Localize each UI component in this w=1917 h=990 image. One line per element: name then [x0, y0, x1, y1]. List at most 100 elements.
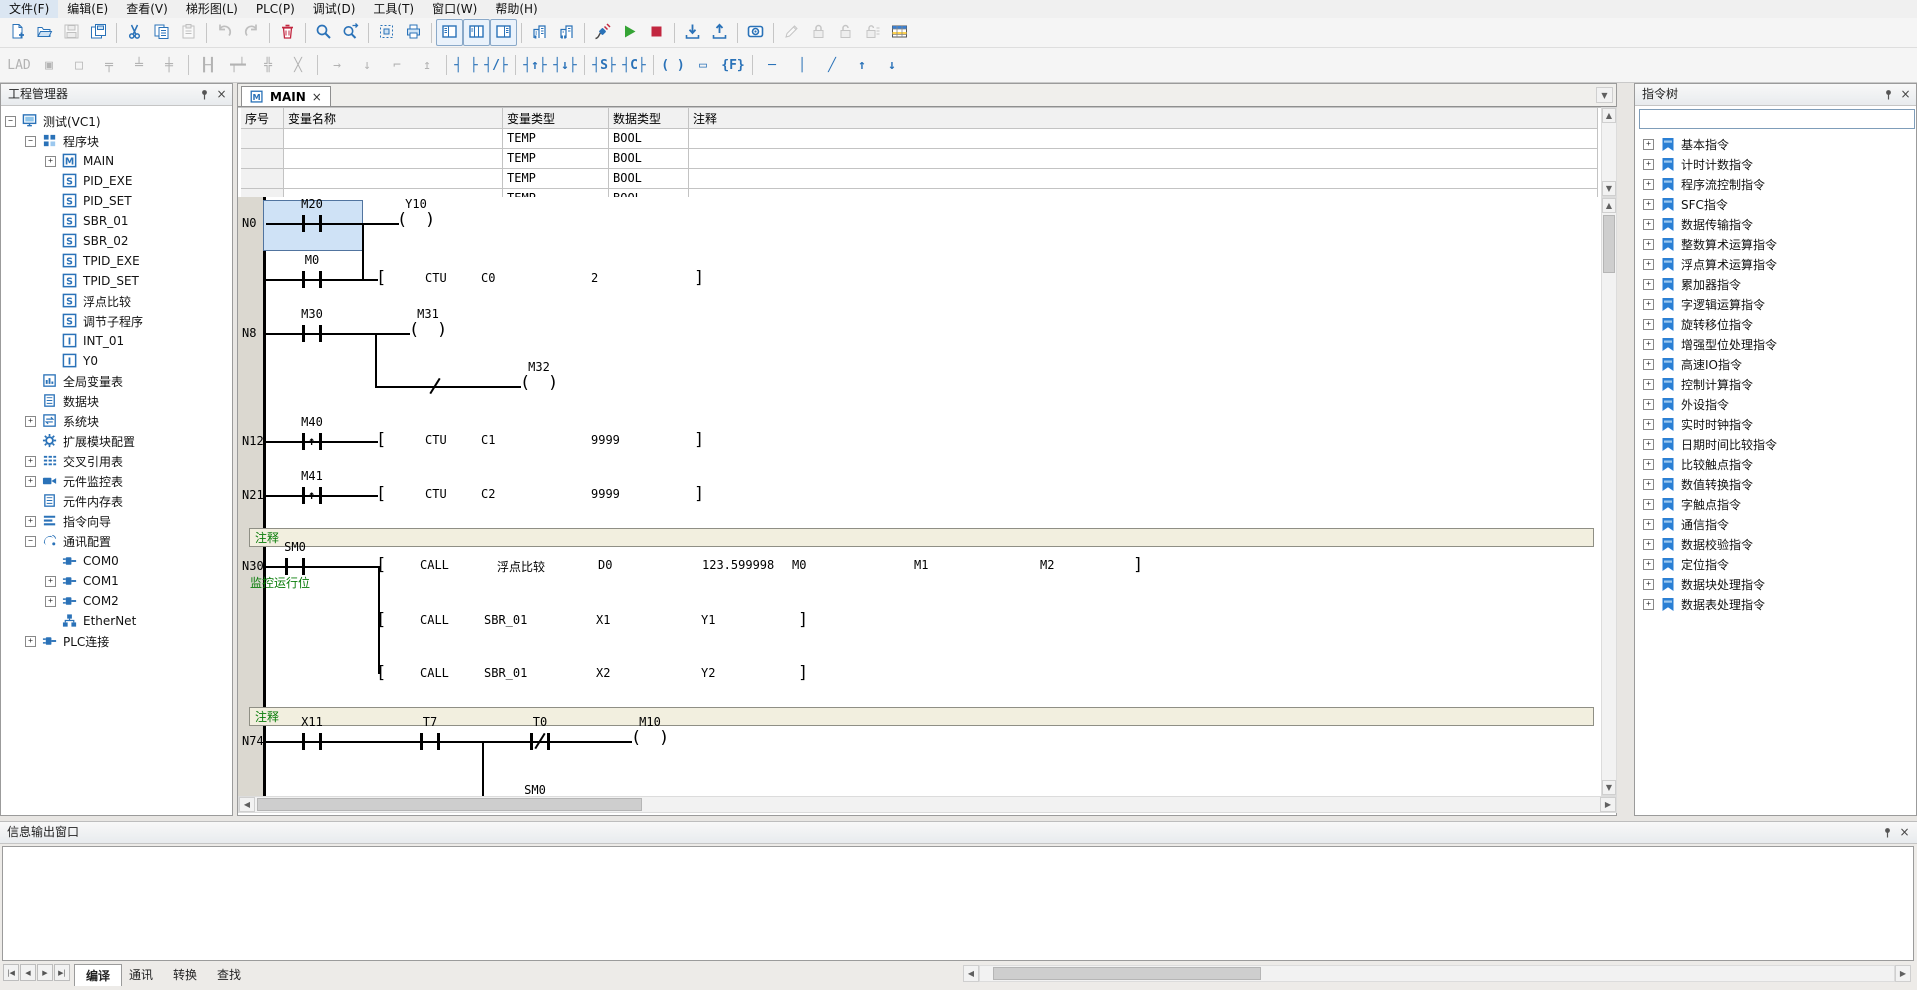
expand-icon[interactable]: + — [1643, 259, 1654, 270]
table-cell-seq[interactable] — [241, 129, 284, 149]
ladder-text[interactable]: [ — [376, 663, 386, 683]
prev-tab-icon[interactable]: ◀ — [20, 964, 36, 981]
expand-icon[interactable]: + — [1643, 599, 1654, 610]
table-cell-name[interactable] — [284, 149, 503, 169]
up-wire-button[interactable]: ↑ — [847, 53, 877, 77]
menu-item-plc[interactable]: PLC(P) — [247, 0, 304, 18]
sidebar-item-int-01[interactable]: IINT_01 — [45, 331, 124, 351]
tab-main[interactable]: M MAIN × — [241, 86, 331, 106]
scroll-left-icon[interactable]: ◀ — [239, 797, 255, 812]
coil-button[interactable]: ( ) — [658, 53, 688, 77]
run-button[interactable] — [616, 19, 643, 46]
instruction-item-data-table-process[interactable]: +数据表处理指令 — [1643, 594, 1765, 614]
ladder-contact[interactable]: M30 — [267, 307, 357, 347]
tab-close-icon[interactable]: × — [312, 90, 322, 104]
expand-icon[interactable]: + — [1643, 379, 1654, 390]
variable-table-scrollbar[interactable]: ▲ ▼ — [1601, 107, 1617, 197]
last-tab-icon[interactable]: ▶| — [54, 964, 70, 981]
expand-icon[interactable]: + — [1643, 399, 1654, 410]
pin-icon[interactable] — [1880, 825, 1895, 840]
sidebar-item-plc-connection[interactable]: +PLC连接 — [25, 631, 109, 651]
reset-coil-button[interactable]: ┤C├ — [619, 53, 649, 77]
scrollbar-thumb[interactable] — [993, 967, 1261, 980]
download-button[interactable] — [679, 19, 706, 46]
table-header-name[interactable]: 变量名称 — [284, 108, 503, 129]
table-header-var_type[interactable]: 变量类型 — [503, 108, 609, 129]
instruction-item-sfc[interactable]: +SFC指令 — [1643, 194, 1728, 214]
menu-item-file[interactable]: 文件(F) — [0, 0, 58, 18]
output-tab-search[interactable]: 查找 — [206, 964, 252, 985]
ladder-text[interactable]: CALL — [420, 558, 449, 572]
function-box-button[interactable]: ▭ — [688, 53, 718, 77]
menu-item-ladder[interactable]: 梯形图(L) — [177, 0, 247, 18]
ladder-text[interactable]: 浮点比较 — [497, 558, 545, 575]
ladder-text[interactable]: [ — [376, 610, 386, 630]
next-tab-icon[interactable]: ▶ — [37, 964, 53, 981]
ladder-coil[interactable]: M10() — [605, 715, 695, 755]
output-tab-compile[interactable]: 编译 — [74, 964, 122, 986]
scrollbar-thumb[interactable] — [257, 798, 642, 811]
show-output-panel-button[interactable] — [463, 19, 490, 46]
ladder-text[interactable]: 9999 — [591, 433, 620, 447]
instruction-item-communication[interactable]: +通信指令 — [1643, 514, 1729, 534]
expand-icon[interactable]: + — [1643, 299, 1654, 310]
sidebar-item-expansion-module-config[interactable]: 扩展模块配置 — [25, 431, 135, 451]
expand-icon[interactable]: + — [25, 416, 36, 427]
sidebar-item-sbr-01[interactable]: SSBR_01 — [45, 211, 128, 231]
instruction-item-data-block-process[interactable]: +数据块处理指令 — [1643, 574, 1765, 594]
ladder-text[interactable]: M1 — [914, 558, 928, 572]
table-cell-seq[interactable] — [241, 169, 284, 189]
ladder-horizontal-scrollbar[interactable]: ◀ ▶ — [238, 796, 1617, 813]
cut-button[interactable] — [121, 19, 148, 46]
ladder-contact[interactable]: X11 — [267, 715, 357, 755]
ladder-text[interactable]: CTU — [425, 271, 447, 285]
instruction-item-real-time-clock[interactable]: +实时时钟指令 — [1643, 414, 1753, 434]
pin-icon[interactable] — [197, 87, 212, 102]
expand-icon[interactable]: + — [1643, 239, 1654, 250]
sidebar-item-tpid-exe[interactable]: STPID_EXE — [45, 251, 140, 271]
sidebar-item-pid-set[interactable]: SPID_SET — [45, 191, 132, 211]
sidebar-item-ethernet[interactable]: EtherNet — [45, 611, 136, 631]
hline-button[interactable]: ─ — [757, 53, 787, 77]
close-icon[interactable]: × — [1898, 87, 1913, 102]
stop-button[interactable] — [643, 19, 670, 46]
sidebar-item-pid-exe[interactable]: SPID_EXE — [45, 171, 132, 191]
compile-all-button[interactable] — [553, 19, 580, 46]
no-contact-button[interactable]: ┤ ├ — [451, 53, 481, 77]
expand-icon[interactable]: + — [45, 596, 56, 607]
scroll-down-icon[interactable]: ▼ — [1602, 780, 1616, 795]
expand-icon[interactable]: + — [1643, 439, 1654, 450]
collapse-icon[interactable]: − — [25, 536, 36, 547]
ladder-text[interactable]: 9999 — [591, 487, 620, 501]
instruction-item-rotate-shift[interactable]: +旋转移位指令 — [1643, 314, 1753, 334]
instruction-item-program-flow[interactable]: +程序流控制指令 — [1643, 174, 1765, 194]
delete-button[interactable] — [274, 19, 301, 46]
first-tab-icon[interactable]: |◀ — [3, 964, 19, 981]
table-cell-comment[interactable] — [689, 169, 1598, 189]
expand-icon[interactable]: + — [1643, 419, 1654, 430]
menu-item-tools[interactable]: 工具(T) — [364, 0, 423, 18]
menu-item-edit[interactable]: 编辑(E) — [58, 0, 117, 18]
delete-line-button[interactable]: ╱ — [817, 53, 847, 77]
ladder-coil[interactable]: M32() — [494, 360, 584, 400]
table-cell-name[interactable] — [284, 169, 503, 189]
ladder-text[interactable]: X2 — [596, 666, 610, 680]
instruction-item-word-contact[interactable]: +字触点指令 — [1643, 494, 1741, 514]
expand-icon[interactable]: + — [1643, 579, 1654, 590]
scrollbar-thumb[interactable] — [1603, 215, 1615, 273]
collapse-icon[interactable]: − — [5, 116, 16, 127]
copy-button[interactable] — [148, 19, 175, 46]
ladder-text[interactable]: CALL — [420, 666, 449, 680]
ladder-vertical-scrollbar[interactable]: ▲ ▼ — [1601, 197, 1617, 796]
instruction-item-peripheral[interactable]: +外设指令 — [1643, 394, 1729, 414]
ladder-contact[interactable]: M41↑ — [267, 469, 357, 509]
table-cell-comment[interactable] — [689, 129, 1598, 149]
ladder-coil[interactable]: Y10() — [371, 197, 461, 237]
ladder-contact[interactable]: M40↑ — [267, 415, 357, 455]
tab-list-dropdown-icon[interactable]: ▼ — [1596, 87, 1613, 103]
sidebar-item-tpid-set[interactable]: STPID_SET — [45, 271, 139, 291]
expand-icon[interactable]: + — [25, 516, 36, 527]
table-cell-var_type[interactable]: TEMP — [503, 149, 609, 169]
down-wire-button[interactable]: ↓ — [877, 53, 907, 77]
expand-icon[interactable]: + — [45, 576, 56, 587]
